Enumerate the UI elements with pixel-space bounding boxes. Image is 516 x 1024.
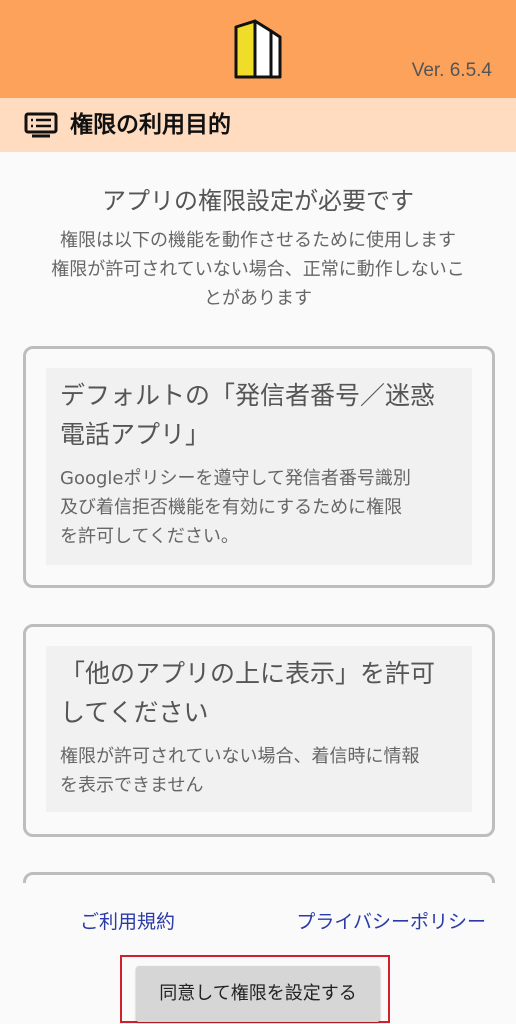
card-description: Googleポリシーを遵守して発信者番号識別 及び着信拒否機能を有効にするために… <box>60 464 458 551</box>
card-content: デフォルトの「発信者番号／迷惑 電話アプリ」 Googleポリシーを遵守して発信… <box>46 368 472 565</box>
intro-line: とがあります <box>204 288 312 309</box>
card-description: 権限が許可されていない場合、着信時に情報 を表示できません <box>60 742 458 800</box>
card-desc-line: を許可してください。 <box>60 526 239 547</box>
card-desc-line: Googleポリシーを遵守して発信者番号識別 <box>60 468 411 489</box>
terms-link[interactable]: ご利用規約 <box>80 905 175 939</box>
card-title-line: デフォルトの「発信者番号／迷惑 <box>60 381 436 410</box>
section-title: 権限の利用目的 <box>70 112 231 138</box>
card-desc-line: 及び着信拒否機能を有効にするために権限 <box>60 497 403 518</box>
card-title: デフォルトの「発信者番号／迷惑 電話アプリ」 <box>60 376 458 454</box>
intro-text: 権限は以下の機能を動作させるために使用します 権限が許可されていない場合、正常に… <box>24 226 492 313</box>
permission-card-caller-id: デフォルトの「発信者番号／迷惑 電話アプリ」 Googleポリシーを遵守して発信… <box>23 346 495 588</box>
card-title-line: 「他のアプリの上に表示」を許可 <box>60 659 436 688</box>
page-title: アプリの権限設定が必要です <box>102 187 414 215</box>
card-title-line: 電話アプリ」 <box>60 420 211 449</box>
permission-card-overlay: 「他のアプリの上に表示」を許可 してください 権限が許可されていない場合、着信時… <box>23 624 495 837</box>
footer-links: ご利用規約 プライバシーポリシー <box>0 905 516 939</box>
card-title-line: してください <box>60 698 209 727</box>
card-desc-line: 権限が許可されていない場合、着信時に情報 <box>60 746 420 767</box>
message-list-icon <box>24 112 58 138</box>
version-label: Ver. 6.5.4 <box>411 60 492 81</box>
card-title: 「他のアプリの上に表示」を許可 してください <box>60 654 458 732</box>
intro-line: 権限は以下の機能を動作させるために使用します <box>60 230 456 251</box>
privacy-policy-link[interactable]: プライバシーポリシー <box>296 905 486 939</box>
building-logo-icon <box>234 19 282 79</box>
card-desc-line: を表示できません <box>60 775 204 796</box>
app-header: Ver. 6.5.4 <box>0 0 516 98</box>
agree-and-set-permissions-button[interactable]: 同意して権限を設定する <box>136 966 380 1022</box>
intro-line: 権限が許可されていない場合、正常に動作しないこ <box>51 259 465 280</box>
card-content: 「他のアプリの上に表示」を許可 してください 権限が許可されていない場合、着信時… <box>46 646 472 812</box>
